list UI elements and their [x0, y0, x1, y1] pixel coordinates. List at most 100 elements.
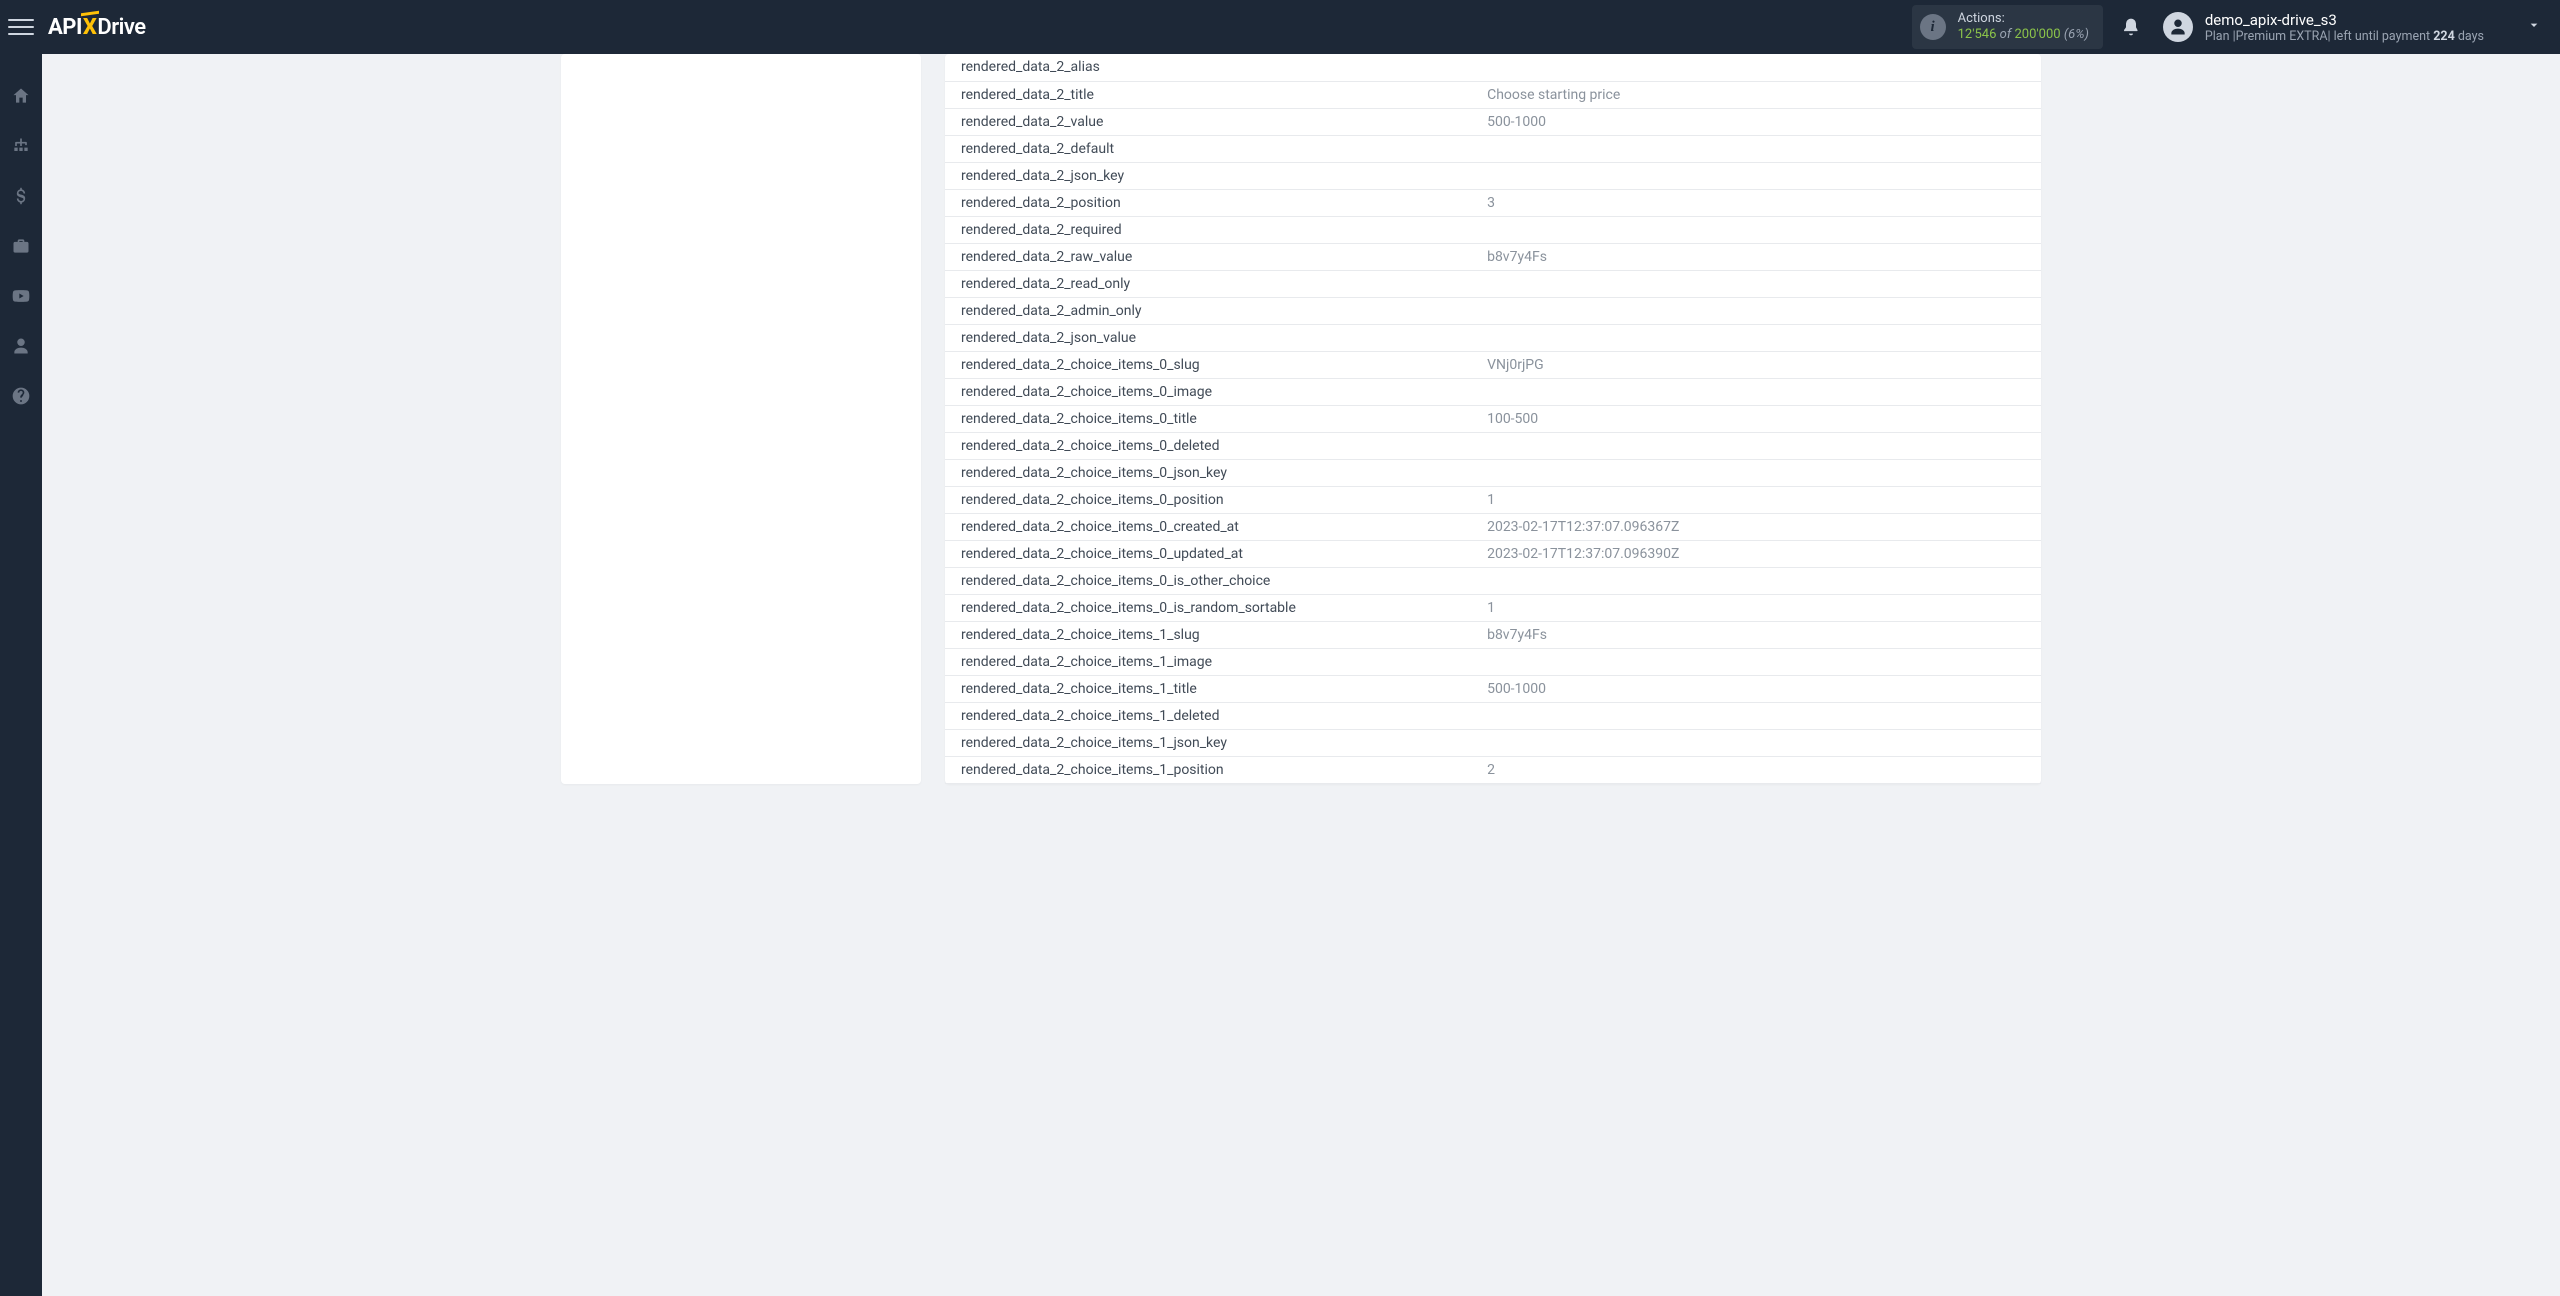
info-icon: i [1920, 14, 1946, 40]
chevron-down-icon [2526, 17, 2542, 37]
row-key: rendered_data_2_choice_items_0_image [945, 378, 1471, 405]
row-key: rendered_data_2_json_value [945, 324, 1471, 351]
table-row: rendered_data_2_choice_items_0_title100-… [945, 405, 2041, 432]
row-value [1471, 432, 2041, 459]
sidebar-user-icon[interactable] [0, 332, 42, 360]
row-key: rendered_data_2_raw_value [945, 243, 1471, 270]
row-value [1471, 648, 2041, 675]
actions-limit: 200'000 [2014, 27, 2060, 42]
sidebar-help-icon[interactable] [0, 382, 42, 410]
row-key: rendered_data_2_choice_items_1_slug [945, 621, 1471, 648]
row-key: rendered_data_2_value [945, 108, 1471, 135]
row-value [1471, 162, 2041, 189]
table-row: rendered_data_2_raw_valueb8v7y4Fs [945, 243, 2041, 270]
row-key: rendered_data_2_choice_items_0_slug [945, 351, 1471, 378]
logo-text-2: X [83, 15, 97, 40]
row-key: rendered_data_2_alias [945, 54, 1471, 81]
table-row: rendered_data_2_choice_items_0_position1 [945, 486, 2041, 513]
avatar-icon [2163, 12, 2193, 42]
table-row: rendered_data_2_required [945, 216, 2041, 243]
row-value: 2023-02-17T12:37:07.096390Z [1471, 540, 2041, 567]
table-row: rendered_data_2_choice_items_0_json_key [945, 459, 2041, 486]
row-value: 3 [1471, 189, 2041, 216]
table-row: rendered_data_2_json_key [945, 162, 2041, 189]
logo-text-1: API [48, 15, 82, 40]
row-value: 1 [1471, 486, 2041, 513]
table-row: rendered_data_2_choice_items_1_image [945, 648, 2041, 675]
panel-wrap: rendered_data_2_aliasrendered_data_2_tit… [561, 54, 2041, 784]
row-key: rendered_data_2_choice_items_0_title [945, 405, 1471, 432]
data-table: rendered_data_2_aliasrendered_data_2_tit… [945, 54, 2041, 784]
sidebar-youtube-icon[interactable] [0, 282, 42, 310]
sidebar-briefcase-icon[interactable] [0, 232, 42, 260]
table-row: rendered_data_2_choice_items_1_position2 [945, 756, 2041, 783]
table-row: rendered_data_2_choice_items_1_title500-… [945, 675, 2041, 702]
table-row: rendered_data_2_choice_items_0_is_random… [945, 594, 2041, 621]
table-row: rendered_data_2_default [945, 135, 2041, 162]
row-value: VNj0rjPG [1471, 351, 2041, 378]
row-value: b8v7y4Fs [1471, 621, 2041, 648]
table-row: rendered_data_2_position3 [945, 189, 2041, 216]
row-key: rendered_data_2_choice_items_0_position [945, 486, 1471, 513]
notifications-icon[interactable] [2121, 17, 2141, 37]
topbar: API X Drive i Actions: 12'546 of 200'000… [0, 0, 2560, 54]
row-key: rendered_data_2_admin_only [945, 297, 1471, 324]
row-key: rendered_data_2_choice_items_1_position [945, 756, 1471, 783]
table-row: rendered_data_2_admin_only [945, 297, 2041, 324]
row-value: 500-1000 [1471, 108, 2041, 135]
row-key: rendered_data_2_choice_items_1_deleted [945, 702, 1471, 729]
sidebar-dollar-icon[interactable] [0, 182, 42, 210]
table-row: rendered_data_2_choice_items_1_deleted [945, 702, 2041, 729]
table-row: rendered_data_2_choice_items_1_slugb8v7y… [945, 621, 2041, 648]
actions-text: Actions: 12'546 of 200'000 (6%) [1958, 11, 2089, 44]
user-plan: Plan |Premium EXTRA| left until payment … [2205, 29, 2484, 44]
table-row: rendered_data_2_choice_items_0_updated_a… [945, 540, 2041, 567]
page: rendered_data_2_aliasrendered_data_2_tit… [42, 54, 2560, 824]
row-value [1471, 729, 2041, 756]
row-key: rendered_data_2_read_only [945, 270, 1471, 297]
table-row: rendered_data_2_choice_items_0_deleted [945, 432, 2041, 459]
table-row: rendered_data_2_read_only [945, 270, 2041, 297]
row-key: rendered_data_2_choice_items_0_is_other_… [945, 567, 1471, 594]
sidebar-sitemap-icon[interactable] [0, 132, 42, 160]
row-value: 1 [1471, 594, 2041, 621]
row-key: rendered_data_2_choice_items_0_deleted [945, 432, 1471, 459]
table-row: rendered_data_2_choice_items_0_is_other_… [945, 567, 2041, 594]
row-key: rendered_data_2_choice_items_1_image [945, 648, 1471, 675]
row-value [1471, 459, 2041, 486]
left-panel [561, 54, 921, 784]
row-value: 500-1000 [1471, 675, 2041, 702]
row-key: rendered_data_2_choice_items_0_created_a… [945, 513, 1471, 540]
row-value [1471, 567, 2041, 594]
row-key: rendered_data_2_choice_items_0_updated_a… [945, 540, 1471, 567]
user-menu[interactable]: demo_apix-drive_s3 Plan |Premium EXTRA| … [2163, 11, 2548, 44]
logo-text-3: Drive [97, 15, 145, 40]
row-value [1471, 270, 2041, 297]
row-value [1471, 297, 2041, 324]
user-meta: demo_apix-drive_s3 Plan |Premium EXTRA| … [2205, 11, 2484, 44]
logo[interactable]: API X Drive [48, 15, 146, 40]
row-value [1471, 324, 2041, 351]
row-key: rendered_data_2_required [945, 216, 1471, 243]
actions-badge[interactable]: i Actions: 12'546 of 200'000 (6%) [1912, 5, 2103, 50]
actions-used: 12'546 [1958, 27, 1997, 42]
row-key: rendered_data_2_json_key [945, 162, 1471, 189]
row-value: b8v7y4Fs [1471, 243, 2041, 270]
row-value: Choose starting price [1471, 81, 2041, 108]
row-value [1471, 135, 2041, 162]
table-row: rendered_data_2_choice_items_0_created_a… [945, 513, 2041, 540]
row-value: 2023-02-17T12:37:07.096367Z [1471, 513, 2041, 540]
table-row: rendered_data_2_choice_items_1_json_key [945, 729, 2041, 756]
row-key: rendered_data_2_choice_items_0_json_key [945, 459, 1471, 486]
row-key: rendered_data_2_choice_items_1_title [945, 675, 1471, 702]
row-value: 100-500 [1471, 405, 2041, 432]
sidebar-home-icon[interactable] [0, 82, 42, 110]
menu-toggle[interactable] [8, 14, 34, 40]
user-name: demo_apix-drive_s3 [2205, 11, 2484, 29]
actions-percent: (6%) [2064, 27, 2089, 42]
table-row: rendered_data_2_alias [945, 54, 2041, 81]
table-row: rendered_data_2_choice_items_0_image [945, 378, 2041, 405]
table-row: rendered_data_2_choice_items_0_slugVNj0r… [945, 351, 2041, 378]
row-key: rendered_data_2_title [945, 81, 1471, 108]
row-value [1471, 54, 2041, 81]
